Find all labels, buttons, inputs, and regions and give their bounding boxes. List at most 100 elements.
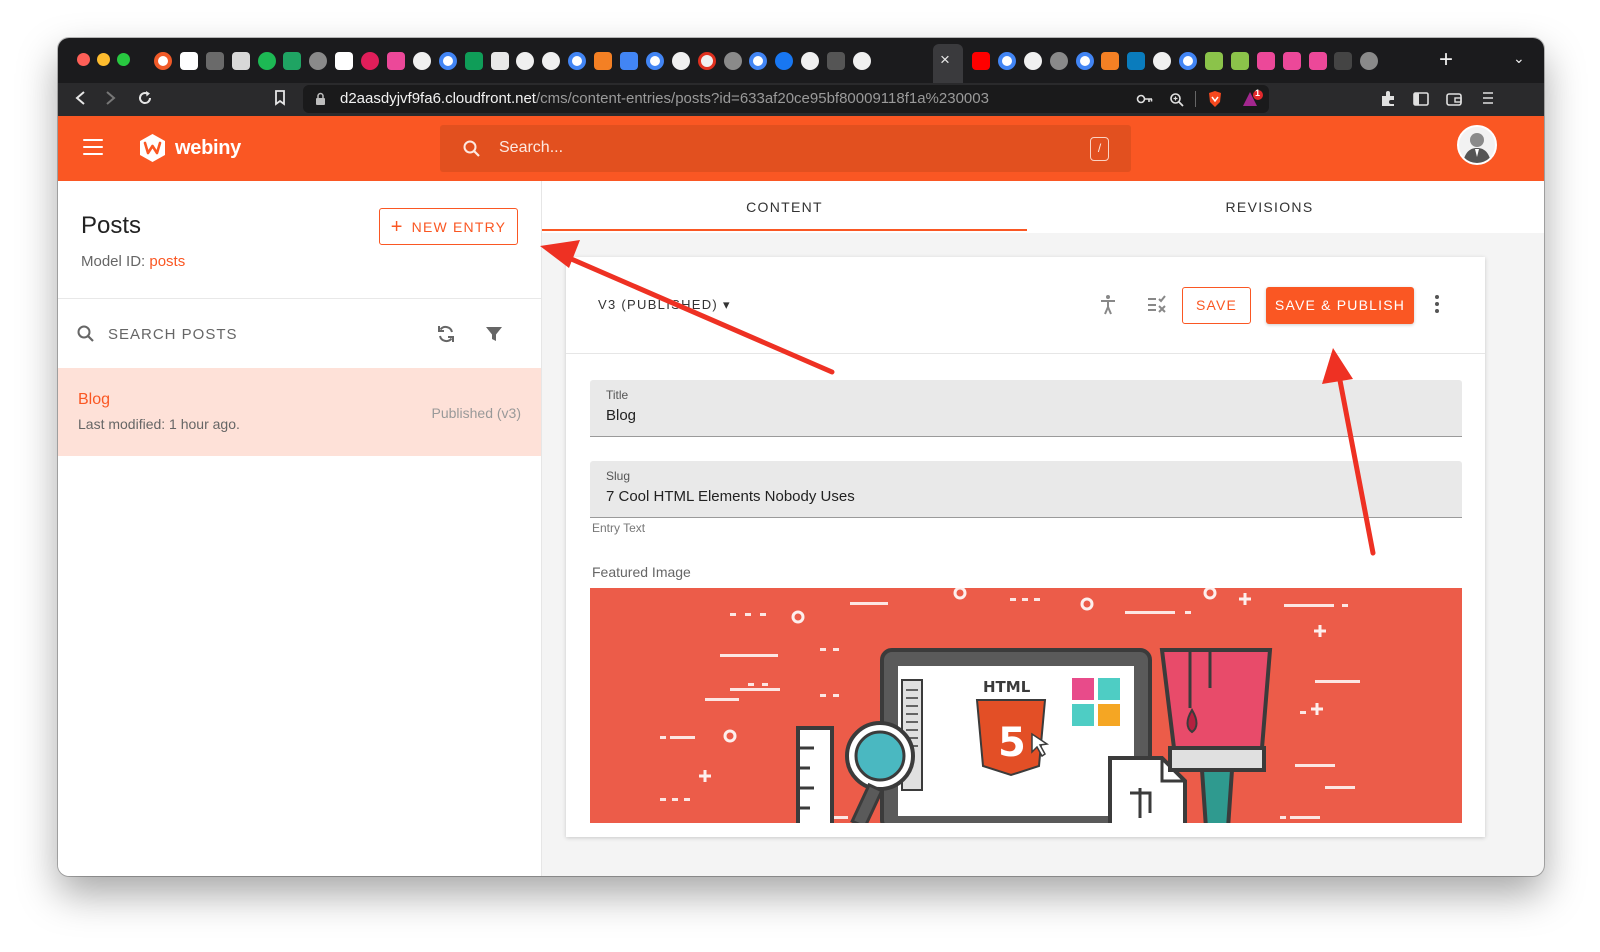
tab-favicon-icon[interactable] [645,52,664,70]
minimize-window-button[interactable] [97,53,110,66]
tab-favicon-icon[interactable] [154,52,172,70]
tab-favicon-icon[interactable] [231,52,250,70]
back-icon[interactable] [73,89,87,112]
revision-label: V3 (PUBLISHED) [598,297,719,312]
tab-favicon-icon[interactable] [1023,52,1042,70]
close-tab-icon[interactable]: × [940,50,950,70]
tab-favicon-icon[interactable] [179,52,198,70]
tab-favicon-icon[interactable] [1075,52,1094,70]
forward-icon[interactable] [104,89,118,112]
sidebar-icon[interactable] [1412,90,1430,113]
tab-favicon-icon[interactable] [1360,52,1379,70]
tab-favicon-icon[interactable] [542,52,561,70]
app-header: webiny Search... / [58,116,1544,181]
tab-favicon-icon[interactable] [387,52,406,70]
avatar[interactable] [1457,125,1497,165]
key-icon[interactable] [1136,92,1154,111]
tab-favicon-icon[interactable] [697,52,716,70]
tab-revisions[interactable]: REVISIONS [1027,181,1512,233]
status-badge: Published (v3) [431,405,522,421]
tab-favicon-icon[interactable] [853,52,872,70]
tab-favicon-icon[interactable] [801,52,820,70]
tab-favicon-icon[interactable] [671,52,690,70]
tab-favicon-icon[interactable] [1308,52,1327,70]
url-path: /cms/content-entries/posts?id=633af20ce9… [535,90,989,107]
tab-favicon-icon[interactable] [464,52,483,70]
brave-shield-icon[interactable] [1207,90,1223,113]
tab-favicon-icon[interactable] [361,52,380,70]
tab-favicon-icon[interactable] [749,52,768,70]
slug-field-label: Slug [606,469,631,483]
active-tab-indicator [542,229,1027,231]
close-window-button[interactable] [77,53,90,66]
tab-favicon-icon[interactable] [594,52,613,70]
tab-favicon-icon[interactable] [775,52,794,70]
zoom-icon[interactable] [1169,92,1185,113]
tab-favicon-icon[interactable] [997,52,1016,70]
tab-content[interactable]: CONTENT [542,181,1027,233]
tab-favicon-icon[interactable] [1049,52,1068,70]
brave-rewards-icon[interactable] [1242,90,1264,113]
new-tab-button[interactable]: + [1439,48,1453,72]
tab-search-chevron-icon[interactable]: ⌄ [1513,50,1525,67]
tab-favicon-icon[interactable] [1205,52,1224,70]
tab-favicon-icon[interactable] [1153,52,1172,70]
tab-favicon-icon[interactable] [205,52,224,70]
revision-selector[interactable]: V3 (PUBLISHED) ▾ [598,297,731,313]
model-id-value[interactable]: posts [149,253,185,270]
address-bar[interactable]: d2aasdyjvf9fa6.cloudfront.net/cms/conten… [303,85,1269,113]
entry-title: Blog [78,391,111,408]
hamburger-icon[interactable] [83,139,103,155]
tab-favicon-icon[interactable] [972,52,990,70]
tab-favicon-icon[interactable] [412,52,431,70]
tab-favicon-icon[interactable] [723,52,742,70]
tab-favicon-icon[interactable] [1127,52,1146,70]
more-vert-icon[interactable] [1434,295,1440,315]
filter-icon[interactable] [484,324,504,349]
tab-favicon-icon[interactable] [827,52,846,70]
slug-field[interactable]: Slug 7 Cool HTML Elements Nobody Uses [590,461,1462,518]
browser-menu-icon[interactable] [1481,90,1495,111]
save-and-publish-button[interactable]: SAVE & PUBLISH [1266,287,1414,324]
extensions-puzzle-icon[interactable] [1379,90,1397,113]
reload-icon[interactable] [136,89,154,112]
pinned-tabs [154,50,879,72]
tab-favicon-icon[interactable] [516,52,535,70]
tab-favicon-icon[interactable] [1230,52,1249,70]
plus-icon: + [390,215,404,238]
tab-favicon-icon[interactable] [283,52,302,70]
checklist-icon[interactable] [1146,294,1168,319]
featured-image[interactable]: HTML 5 [590,588,1462,823]
tab-favicon-icon[interactable] [309,52,328,70]
tab-favicon-icon[interactable] [1179,52,1198,70]
html-text: HTML [983,678,1031,696]
tab-favicon-icon[interactable] [438,52,457,70]
form-toolbar: V3 (PUBLISHED) ▾ SAVE SAVE & PUBLISH [566,257,1485,354]
global-search-input[interactable]: Search... / [440,125,1131,172]
tab-favicon-icon[interactable] [1282,52,1301,70]
wallet-icon[interactable] [1445,90,1463,113]
tab-favicon-icon[interactable] [257,52,276,70]
tab-favicon-icon[interactable] [1334,52,1353,70]
logo-text[interactable]: webiny [175,137,241,160]
caret-down-icon: ▾ [722,297,731,312]
divider [58,298,541,299]
search-icon [462,139,482,159]
search-posts-input[interactable]: SEARCH POSTS [76,324,238,344]
webiny-logo-icon[interactable] [138,133,167,163]
tab-favicon-icon[interactable] [1256,52,1275,70]
bookmark-icon[interactable] [273,89,287,112]
list-item[interactable]: Blog Last modified: 1 hour ago. Publishe… [58,368,541,456]
tab-favicon-icon[interactable] [568,52,587,70]
tab-favicon-icon[interactable] [490,52,509,70]
zoom-window-button[interactable] [117,53,130,66]
accessibility-icon[interactable] [1098,294,1118,321]
tab-favicon-icon[interactable] [620,52,639,70]
tab-revisions-label: REVISIONS [1225,199,1314,215]
new-entry-button[interactable]: + NEW ENTRY [379,208,518,245]
title-field[interactable]: Title Blog [590,380,1462,437]
refresh-icon[interactable] [435,323,457,350]
tab-favicon-icon[interactable] [1101,52,1120,70]
tab-favicon-icon[interactable] [335,52,354,70]
save-button[interactable]: SAVE [1182,287,1251,324]
